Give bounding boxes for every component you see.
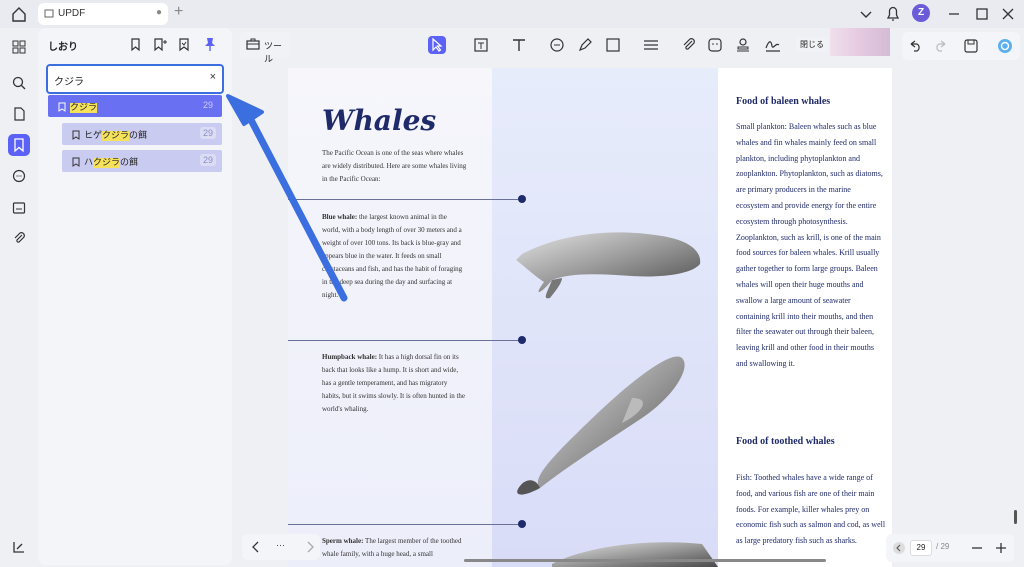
humpback-paragraph: Humpback whale: It has a high dorsal fin… [322,353,466,413]
undo-icon[interactable] [906,37,924,55]
select-tool-icon[interactable] [428,36,446,54]
more-options-icon[interactable]: ··· [276,540,285,550]
connector-line [288,340,520,341]
connector-dot [518,195,526,203]
history-group [902,32,1020,60]
bookmark-item-label: ヒゲクジラの餌 [84,131,148,141]
bookmark-item[interactable]: ヒゲクジラの餌 29 [62,123,222,145]
tools-button[interactable]: ツール [240,32,290,65]
attachment-icon[interactable] [8,227,30,249]
bookmark-page-number: 29 [199,127,216,139]
bookmark-item-label: クジラ [70,103,98,113]
attachment-tool-icon[interactable] [680,36,698,54]
sticker-icon[interactable] [706,36,724,54]
thumbnails-icon[interactable] [8,36,30,58]
bookmark-search-input[interactable] [54,72,194,88]
baleen-paragraph: Small plankton: Baleen whales such as bl… [736,122,883,368]
redo-icon[interactable] [932,37,950,55]
main-toolbar: ツール 閉じる [236,28,1022,65]
comment-tool-icon[interactable] [548,36,566,54]
bookmark-page-number: 29 [202,100,213,110]
panel-title: しおり [48,42,78,53]
page-title: Whales [322,104,437,137]
whale-illustrations [516,232,718,567]
maximize-icon[interactable] [974,4,990,24]
signature-icon[interactable] [764,36,782,54]
page-total: / 29 [936,542,950,551]
pdf-page: Whales The Pacific Ocean is one of the s… [288,68,892,567]
connector-dot [518,520,526,528]
connector-dot [518,336,526,344]
shape-tool-icon[interactable] [604,36,622,54]
page-left-column: Whales The Pacific Ocean is one of the s… [288,68,492,567]
title-bar: UPDF ● + Z [0,0,1024,28]
bookmark-page-number: 29 [199,154,216,166]
bookmark-item-icon [58,101,66,112]
page-nav-pill: ··· [242,534,320,560]
bookmark-icon[interactable] [8,134,30,156]
close-window-icon[interactable] [1000,4,1016,24]
sperm-whale-paragraph: Sperm whale: The largest member of the t… [322,537,462,558]
bookmark-item[interactable]: ハクジラの餌 29 [62,150,222,172]
text-tool-icon[interactable] [510,36,528,54]
toothed-heading: Food of toothed whales [736,436,835,447]
comment-icon[interactable] [8,165,30,187]
add-bookmark-icon[interactable] [128,36,144,52]
form-icon[interactable] [8,197,30,219]
bookmark-options-icon[interactable] [176,36,192,52]
bookmark-item[interactable]: クジラ 29 [48,95,222,117]
zoom-out-icon[interactable] [970,540,984,559]
layers-icon[interactable] [8,536,30,558]
stamp-icon[interactable] [734,36,752,54]
new-tab-icon[interactable]: + [174,3,183,21]
vertical-scrollbar[interactable] [1014,510,1017,524]
text-box-tool-icon[interactable] [472,36,490,54]
tab-label: UPDF [58,8,86,19]
bookmark-item-icon [72,129,80,140]
bookmark-search-box: × [46,64,224,94]
zoom-in-icon[interactable] [994,540,1008,559]
toolbox-icon [246,37,260,54]
page-number-input[interactable]: 29 [910,540,932,556]
intro-paragraph: The Pacific Ocean is one of the seas whe… [322,149,467,183]
horizontal-scrollbar[interactable] [464,559,826,562]
save-icon[interactable] [962,37,980,55]
bookmark-panel: しおり × クジラ 29 ヒゲクジラの餌 29 ハクジラの餌 29 [38,28,232,565]
ai-assistant-icon[interactable] [996,37,1014,55]
connector-line [288,199,520,200]
blue-whale-paragraph: Blue whale: the largest known animal in … [322,213,463,299]
close-tools-button[interactable]: 閉じる [796,37,828,52]
stamp-bar-icon[interactable] [642,36,660,54]
left-rail [0,28,38,567]
bookmark-item-icon [72,156,80,167]
tab-close-icon[interactable]: ● [156,7,162,18]
avatar[interactable]: Z [912,4,930,22]
decorative-banner [830,28,890,56]
pin-icon[interactable] [202,36,218,52]
pages-icon[interactable] [8,103,30,125]
bell-icon[interactable] [884,4,902,24]
clear-search-icon[interactable]: × [210,71,216,83]
previous-page-icon[interactable] [892,541,906,558]
search-icon[interactable] [8,72,30,94]
document-viewport[interactable]: Whales The Pacific Ocean is one of the s… [236,62,1018,567]
highlighter-icon[interactable] [576,36,594,54]
toothed-paragraph: Fish: Toothed whales have a wide range o… [736,473,886,546]
chevron-right-icon[interactable] [304,539,316,558]
document-tab[interactable]: UPDF ● [38,3,168,25]
bookmark-item-label: ハクジラの餌 [84,158,139,168]
home-icon[interactable] [8,4,30,24]
page-control: 29 / 29 [886,534,1014,562]
baleen-heading: Food of baleen whales [736,96,831,107]
whale-illustration-panel [492,68,718,567]
document-icon [44,8,54,18]
minimize-icon[interactable] [946,4,962,24]
page-right-column: Food of baleen whales Small plankton: Ba… [718,68,892,567]
chevron-left-icon[interactable] [250,539,262,558]
chevron-down-icon[interactable] [858,4,874,24]
add-child-bookmark-icon[interactable] [152,36,168,52]
connector-line [288,524,520,525]
